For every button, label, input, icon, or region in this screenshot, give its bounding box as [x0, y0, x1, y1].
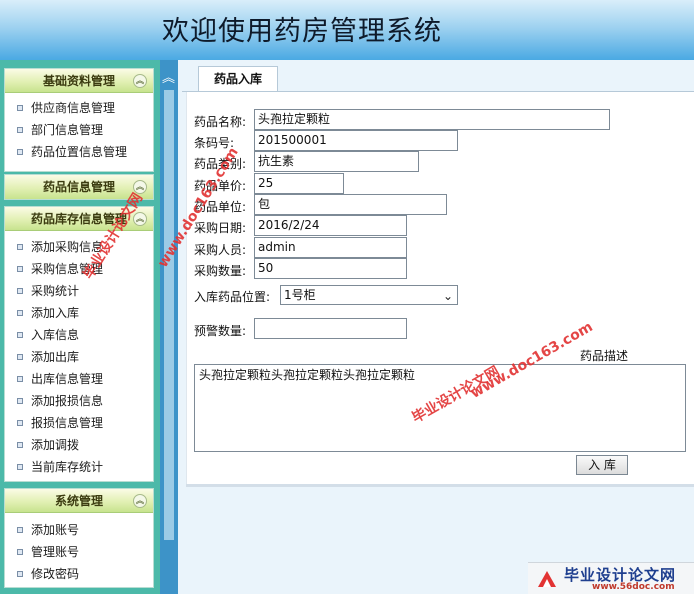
sidebar-collapse-strip[interactable]: ︽ [160, 60, 178, 594]
collapse-icon[interactable]: ︽ [133, 494, 147, 508]
sidebar-item-stock-out-manage[interactable]: 出库信息管理 [5, 368, 153, 390]
tab-stock-in[interactable]: 药品入库 [198, 66, 278, 92]
sidebar-item-add-stock-in[interactable]: 添加入库 [5, 302, 153, 324]
price-input[interactable]: 25 [254, 173, 344, 194]
logo-url: www.56doc.com [592, 582, 675, 592]
sidebar-item-drug-location[interactable]: 药品位置信息管理 [5, 141, 153, 163]
sidebar-item-change-password[interactable]: 修改密码 [5, 563, 153, 585]
sidebar-group-header-basic[interactable]: 基础资料管理 ︽ [5, 69, 153, 93]
collapse-icon[interactable]: ︽ [133, 74, 147, 88]
sidebar-item-supplier[interactable]: 供应商信息管理 [5, 97, 153, 119]
drug-name-label: 药品名称: [194, 115, 247, 129]
bullet-icon [17, 420, 23, 426]
sidebar-item-add-stock-out[interactable]: 添加出库 [5, 346, 153, 368]
bullet-icon [17, 310, 23, 316]
bullet-icon [17, 442, 23, 448]
bullet-icon [17, 288, 23, 294]
sidebar-item-add-transfer[interactable]: 添加调拨 [5, 434, 153, 456]
bullet-icon [17, 266, 23, 272]
bullet-icon [17, 332, 23, 338]
barcode-input[interactable]: 201500001 [254, 130, 458, 151]
scroll-track[interactable] [164, 90, 174, 540]
collapse-sidebar-icon[interactable]: ︽ [162, 72, 175, 86]
sidebar-item-loss-manage[interactable]: 报损信息管理 [5, 412, 153, 434]
panel-footer-bar [186, 484, 694, 487]
sidebar-item-add-loss[interactable]: 添加报损信息 [5, 390, 153, 412]
sidebar-item-department[interactable]: 部门信息管理 [5, 119, 153, 141]
quantity-label: 采购数量: [194, 264, 247, 278]
quantity-input[interactable]: 50 [254, 258, 407, 279]
purchase-date-label: 采购日期: [194, 221, 247, 235]
drug-name-input[interactable]: 头孢拉定颗粒 [254, 109, 610, 130]
app-title: 欢迎使用药房管理系统 [162, 16, 442, 47]
buyer-label: 采购人员: [194, 243, 247, 257]
sidebar-group-inventory: 药品库存信息管理 ︽ 添加采购信息 采购信息管理 采购统计 添加入库 入库信息 … [4, 206, 154, 482]
sidebar-item-add-purchase[interactable]: 添加采购信息 [5, 236, 153, 258]
sidebar-item-stock-stats[interactable]: 当前库存统计 [5, 456, 153, 478]
bullet-icon [17, 464, 23, 470]
sidebar-group-system: 系统管理 ︽ 添加账号 管理账号 修改密码 [4, 488, 154, 588]
submit-stock-in-button[interactable]: 入 库 [576, 455, 628, 475]
sidebar: 基础资料管理 ︽ 供应商信息管理 部门信息管理 药品位置信息管理 药品信息管理 … [0, 60, 160, 594]
sidebar-item-manage-account[interactable]: 管理账号 [5, 541, 153, 563]
bullet-icon [17, 376, 23, 382]
sidebar-group-header-system[interactable]: 系统管理 ︽ [5, 489, 153, 513]
sidebar-group-title: 基础资料管理 [42, 74, 115, 88]
logo-mark-icon [538, 571, 556, 587]
bullet-icon [17, 398, 23, 404]
sidebar-group-title: 系统管理 [54, 494, 103, 508]
bullet-icon [17, 105, 23, 111]
unit-input[interactable]: 包 [254, 194, 447, 215]
bullet-icon [17, 571, 23, 577]
warning-qty-input[interactable] [254, 318, 407, 339]
sidebar-group-title: 药品信息管理 [42, 180, 115, 194]
bullet-icon [17, 549, 23, 555]
warning-qty-label: 预警数量: [194, 324, 247, 338]
buyer-input[interactable]: admin [254, 237, 407, 258]
bullet-icon [17, 244, 23, 250]
sidebar-item-purchase-stats[interactable]: 采购统计 [5, 280, 153, 302]
description-label: 药品描述 [580, 349, 629, 363]
sidebar-item-stock-in-info[interactable]: 入库信息 [5, 324, 153, 346]
purchase-date-input[interactable]: 2016/2/24 [254, 215, 407, 236]
location-select[interactable]: 1号柜 ⌄ [280, 285, 458, 305]
sidebar-item-add-account[interactable]: 添加账号 [5, 519, 153, 541]
bullet-icon [17, 149, 23, 155]
bullet-icon [17, 354, 23, 360]
category-input[interactable]: 抗生素 [254, 151, 419, 172]
chevron-down-icon: ⌄ [442, 289, 453, 303]
bullet-icon [17, 127, 23, 133]
site-logo: 毕业设计论文网 www.56doc.com [528, 562, 694, 594]
app-header: 欢迎使用药房管理系统 [0, 0, 694, 60]
sidebar-group-basic: 基础资料管理 ︽ 供应商信息管理 部门信息管理 药品位置信息管理 [4, 68, 154, 172]
location-label: 入库药品位置: [194, 290, 271, 304]
bullet-icon [17, 527, 23, 533]
